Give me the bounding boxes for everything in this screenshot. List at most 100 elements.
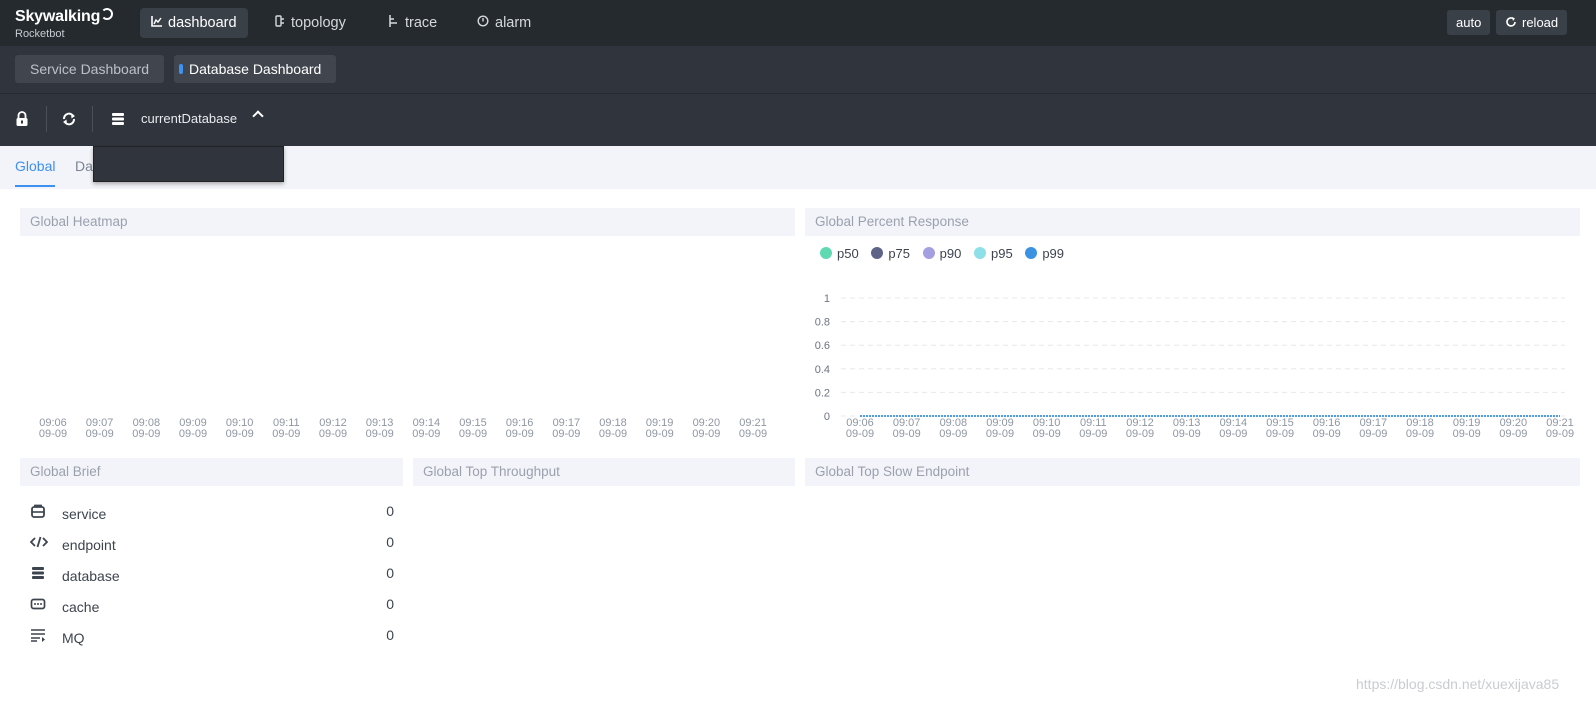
y-tick-label: 0.8 <box>815 317 830 329</box>
heatmap-chart: 09:0609-0909:0709-0909:0809-0909:0909-09… <box>39 417 767 440</box>
brief-value: 0 <box>386 596 394 612</box>
logo-main-text: Skywalking <box>15 8 101 25</box>
x-tick-label: 09-09 <box>646 428 674 440</box>
brief-label: service <box>62 506 107 522</box>
topology-icon <box>275 8 285 38</box>
x-tick-label: 09-09 <box>1406 428 1434 440</box>
trace-icon <box>388 8 399 38</box>
x-tick-label: 09-09 <box>459 428 487 440</box>
x-tick-label: 09-09 <box>366 428 394 440</box>
logo-sub-text: Rocketbot <box>15 28 65 40</box>
database-selector[interactable]: currentDatabase <box>93 94 284 146</box>
x-tick-label: 09-09 <box>939 428 967 440</box>
x-tick-label: 09-09 <box>692 428 720 440</box>
x-tick-label: 09-09 <box>1219 428 1247 440</box>
brief-value: 0 <box>386 565 394 581</box>
refresh-icon[interactable] <box>61 111 79 129</box>
x-tick-label: 09-09 <box>39 428 67 440</box>
nav-item-topology[interactable]: topology <box>264 8 357 38</box>
x-tick-label: 09-09 <box>1266 428 1294 440</box>
heatmap-panel-title: Global Heatmap <box>20 208 795 236</box>
x-tick-label: 09-09 <box>272 428 300 440</box>
brief-row-service: service 0 <box>30 500 394 530</box>
x-tick-label: 09-09 <box>226 428 254 440</box>
lock-icon[interactable] <box>15 111 33 129</box>
x-tick-label: 09-09 <box>552 428 580 440</box>
x-tick-label: 09-09 <box>893 428 921 440</box>
endpoint-icon <box>29 534 49 550</box>
selector-dropdown[interactable] <box>93 146 284 182</box>
brief-value: 0 <box>386 627 394 643</box>
percent-response-chart: 00.20.40.60.8109:0609-0909:0709-0909:080… <box>815 293 1574 440</box>
service-icon <box>30 503 48 519</box>
tab-database[interactable]: Da <box>75 158 93 174</box>
database-icon <box>30 565 48 581</box>
x-tick-label: 09-09 <box>1173 428 1201 440</box>
x-tick-label: 09-09 <box>86 428 114 440</box>
reload-button[interactable]: reload <box>1496 10 1568 36</box>
logo[interactable]: Skywalking Rocketbot <box>15 7 114 40</box>
x-tick-label: 09-09 <box>132 428 160 440</box>
x-tick-label: 09-09 <box>986 428 1014 440</box>
x-tick-label: 09-09 <box>1546 428 1574 440</box>
x-tick-label: 09-09 <box>1079 428 1107 440</box>
x-tick-label: 09-09 <box>506 428 534 440</box>
nav-item-alarm[interactable]: alarm <box>466 8 542 38</box>
chart-icon <box>151 8 162 38</box>
nav-label: alarm <box>495 15 532 31</box>
chevron-up-icon <box>252 110 264 122</box>
reload-label: reload <box>1522 15 1559 30</box>
toolbar: currentDatabase <box>0 94 1596 146</box>
tab-global[interactable]: Global <box>15 158 55 174</box>
nav-label: trace <box>405 15 438 31</box>
x-tick-label: 09-09 <box>1126 428 1154 440</box>
x-tick-label: 09-09 <box>1359 428 1387 440</box>
x-tick-label: 09-09 <box>1033 428 1061 440</box>
y-tick-label: 0.6 <box>815 340 830 352</box>
brief-label: MQ <box>62 630 85 646</box>
mq-icon <box>30 627 48 643</box>
brief-panel-title: Global Brief <box>20 458 403 486</box>
selector-label: currentDatabase <box>141 111 238 126</box>
x-tick-label: 09-09 <box>319 428 347 440</box>
x-tick-label: 09-09 <box>1313 428 1341 440</box>
brief-row-database: database 0 <box>30 562 394 592</box>
nav-item-trace[interactable]: trace <box>377 8 448 38</box>
brief-row-mq: MQ 0 <box>30 624 394 654</box>
reload-icon <box>1505 11 1517 36</box>
brief-row-endpoint: endpoint 0 <box>29 531 394 561</box>
tab-service-dashboard[interactable]: Service Dashboard <box>15 55 165 83</box>
y-tick-label: 0.2 <box>815 387 830 399</box>
auto-button[interactable]: auto <box>1447 10 1491 35</box>
y-tick-label: 1 <box>824 293 830 305</box>
nav-item-dashboard[interactable]: dashboard <box>140 8 248 38</box>
x-tick-label: 09-09 <box>1499 428 1527 440</box>
top-navbar: Skywalking Rocketbot dashboard topology … <box>0 0 1596 46</box>
brief-label: database <box>62 568 120 584</box>
logo-ring-icon <box>101 8 114 20</box>
dashboard-tabs-bar: Service Dashboard Database Dashboard <box>0 46 1596 94</box>
nav-label: topology <box>291 15 346 31</box>
cache-icon <box>30 596 48 612</box>
active-tab-indicator <box>179 64 183 74</box>
slow-endpoint-panel-title: Global Top Slow Endpoint <box>805 458 1580 486</box>
x-tick-label: 09-09 <box>846 428 874 440</box>
brief-value: 0 <box>386 534 394 550</box>
y-tick-label: 0 <box>824 411 830 423</box>
x-tick-label: 09-09 <box>739 428 767 440</box>
x-tick-label: 09-09 <box>179 428 207 440</box>
tab-database-dashboard[interactable]: Database Dashboard <box>174 55 337 83</box>
brief-label: cache <box>62 599 100 615</box>
active-tab-underline <box>15 185 55 187</box>
watermark: https://blog.csdn.net/xuexijava85 <box>1356 676 1560 692</box>
brief-label: endpoint <box>62 537 116 553</box>
tab-label: Database Dashboard <box>189 61 322 77</box>
throughput-panel-title: Global Top Throughput <box>413 458 795 486</box>
brief-value: 0 <box>386 503 394 519</box>
percent-panel-title: Global Percent Response <box>805 208 1580 236</box>
y-tick-label: 0.4 <box>815 364 830 376</box>
x-tick-label: 09-09 <box>1453 428 1481 440</box>
nav-label: dashboard <box>168 15 237 31</box>
database-icon <box>111 112 125 131</box>
alarm-icon <box>477 8 489 38</box>
